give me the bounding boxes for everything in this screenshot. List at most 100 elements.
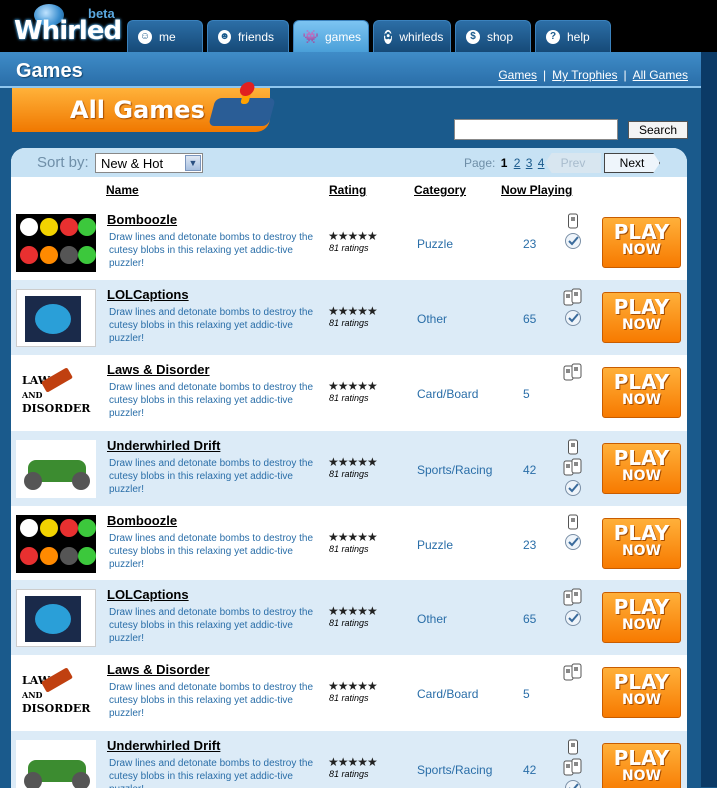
link-my-trophies[interactable]: My Trophies <box>552 68 617 82</box>
col-category[interactable]: Category <box>414 183 466 197</box>
game-thumbnail[interactable] <box>16 214 96 272</box>
friends-icon: ☻ <box>218 30 231 44</box>
tab-friends[interactable]: ☻ friends <box>207 20 289 52</box>
now-playing-count: 42 <box>523 763 536 777</box>
pager-label: Page: <box>464 156 495 170</box>
game-thumbnail[interactable] <box>16 440 96 498</box>
now-label: NOW <box>603 692 680 708</box>
rating-stars: ★★★★★ <box>328 229 377 243</box>
player-mode-icons <box>562 213 584 250</box>
thumb-text: DISORDER <box>22 402 90 415</box>
pager-page-2[interactable]: 2 <box>514 156 521 170</box>
game-row: LOLCaptions Draw lines and detonate bombs… <box>11 580 687 655</box>
header-links: Games|My Trophies|All Games <box>498 68 688 82</box>
rating-stars: ★★★★★ <box>328 755 377 769</box>
col-now-playing[interactable]: Now Playing <box>501 183 572 197</box>
now-label: NOW <box>603 242 680 258</box>
now-label: NOW <box>603 543 680 559</box>
multiplayer-icon <box>563 288 583 306</box>
game-category: Puzzle <box>417 538 453 552</box>
game-name-link[interactable]: LOLCaptions <box>107 287 189 302</box>
tab-me[interactable]: ☺me <box>127 20 203 52</box>
games-panel: Sort by: New & Hot▼ Page: 1 2 3 4 Prev N… <box>11 148 687 788</box>
now-label: NOW <box>603 617 680 633</box>
game-thumbnail[interactable] <box>16 289 96 347</box>
thumb-text: DISORDER <box>22 702 90 715</box>
pager-page-4[interactable]: 4 <box>538 156 545 170</box>
play-now-button[interactable]: PLAYNOW <box>602 217 681 268</box>
game-name-link[interactable]: LOLCaptions <box>107 587 189 602</box>
rating-stars: ★★★★★ <box>328 604 377 618</box>
game-row: LAWSANDDISORDERLaws & DisorderDraw lines… <box>11 655 687 730</box>
next-button[interactable]: Next <box>604 153 660 173</box>
game-thumbnail[interactable]: LAWSANDDISORDER <box>16 664 96 722</box>
game-name-link[interactable]: Bomboozle <box>107 212 177 227</box>
col-name[interactable]: Name <box>106 183 139 197</box>
player-mode-icons <box>562 439 584 497</box>
game-description: Draw lines and detonate bombs to destroy… <box>109 757 319 788</box>
player-mode-icons <box>562 663 584 681</box>
tab-label: games <box>325 30 361 44</box>
prev-button[interactable]: Prev <box>545 153 601 173</box>
game-name-link[interactable]: Laws & Disorder <box>107 362 210 377</box>
col-rating[interactable]: Rating <box>329 183 366 197</box>
now-playing-count: 65 <box>523 612 536 626</box>
sort-selected: New & Hot <box>101 156 163 171</box>
play-now-button[interactable]: PLAYNOW <box>602 592 681 643</box>
gavel-icon <box>41 367 73 392</box>
rating-stars: ★★★★★ <box>328 679 377 693</box>
game-description: Draw lines and detonate bombs to destroy… <box>109 532 319 571</box>
link-games[interactable]: Games <box>498 68 537 82</box>
now-playing-count: 23 <box>523 538 536 552</box>
sort-label: Sort by: <box>37 154 89 171</box>
pager: Page: 1 2 3 4 <box>464 156 545 170</box>
check-icon <box>564 232 582 250</box>
game-thumbnail[interactable] <box>16 740 96 788</box>
now-playing-count: 23 <box>523 237 536 251</box>
game-name-link[interactable]: Underwhirled Drift <box>107 438 220 453</box>
thumb-text: AND <box>22 390 42 400</box>
rating-count: 81 ratings <box>329 693 369 703</box>
tab-games[interactable]: 👾 games <box>293 20 369 52</box>
play-now-button[interactable]: PLAYNOW <box>602 743 681 788</box>
game-description: Draw lines and detonate bombs to destroy… <box>109 606 319 645</box>
rating-stars: ★★★★★ <box>328 530 377 544</box>
pager-page-3[interactable]: 3 <box>526 156 533 170</box>
game-name-link[interactable]: Bomboozle <box>107 513 177 528</box>
tab-whirleds[interactable]: ✿whirleds <box>373 20 451 52</box>
play-now-button[interactable]: PLAYNOW <box>602 443 681 494</box>
me-icon: ☺ <box>138 30 152 44</box>
beta-badge: beta <box>88 6 115 21</box>
game-thumbnail[interactable] <box>16 589 96 647</box>
check-icon <box>564 309 582 327</box>
game-description: Draw lines and detonate bombs to destroy… <box>109 306 319 345</box>
link-all-games[interactable]: All Games <box>633 68 688 82</box>
tab-shop[interactable]: $shop <box>455 20 531 52</box>
play-now-button[interactable]: PLAYNOW <box>602 518 681 569</box>
play-now-button[interactable]: PLAYNOW <box>602 367 681 418</box>
now-playing-count: 5 <box>523 387 530 401</box>
game-thumbnail[interactable]: LAWSANDDISORDER <box>16 364 96 422</box>
game-category: Sports/Racing <box>417 763 492 777</box>
game-name-link[interactable]: Underwhirled Drift <box>107 738 220 753</box>
separator: | <box>624 68 627 82</box>
column-headers: Name Rating Category Now Playing <box>11 177 687 204</box>
search-button[interactable]: Search <box>628 121 688 139</box>
game-name-link[interactable]: Laws & Disorder <box>107 662 210 677</box>
game-thumbnail[interactable] <box>16 515 96 573</box>
page-title: Games <box>16 60 83 83</box>
sort-select[interactable]: New & Hot▼ <box>95 153 203 173</box>
tab-help[interactable]: ?help <box>535 20 611 52</box>
all-games-banner: All Games <box>12 88 270 132</box>
games-icon: 👾 <box>304 30 318 44</box>
tab-label: friends <box>238 30 274 44</box>
multiplayer-icon <box>563 588 583 606</box>
rating-count: 81 ratings <box>329 544 369 554</box>
tab-label: whirleds <box>399 30 443 44</box>
search-input[interactable] <box>454 119 618 140</box>
play-now-button[interactable]: PLAYNOW <box>602 292 681 343</box>
play-label: PLAY <box>614 746 669 770</box>
rating-count: 81 ratings <box>329 393 369 403</box>
play-now-button[interactable]: PLAYNOW <box>602 667 681 718</box>
whirled-logo[interactable]: Whirled beta <box>4 2 124 48</box>
